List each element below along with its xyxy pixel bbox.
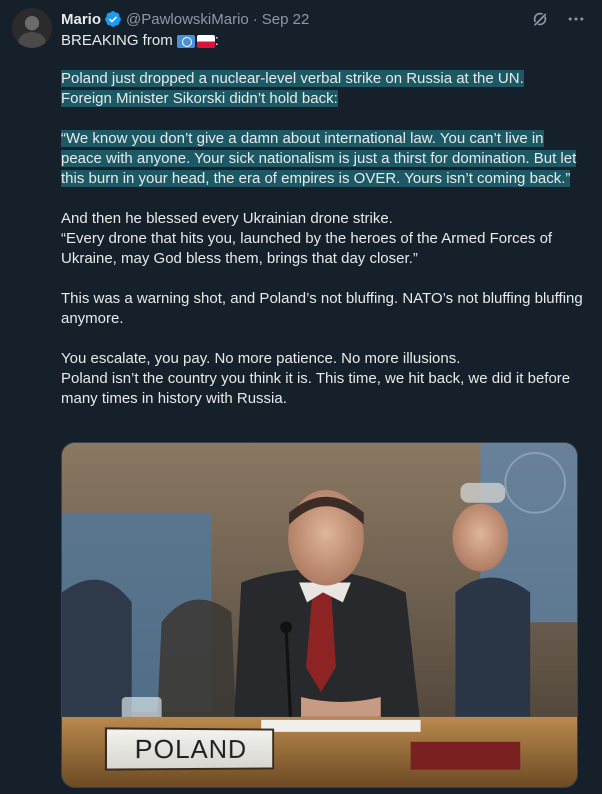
paragraph-line: This was a warning shot, and Poland’s no… xyxy=(61,290,583,327)
paragraph-line: And then he blessed every Ukrainian dron… xyxy=(61,210,393,227)
flag-un-icon xyxy=(176,34,195,48)
paragraph-2: “We know you don’t give a damn about int… xyxy=(61,129,586,189)
tweet-body: Poland just dropped a nuclear-level verb… xyxy=(61,69,586,429)
separator-dot: · xyxy=(252,10,258,28)
paragraph-4: This was a warning shot, and Poland’s no… xyxy=(61,289,586,329)
tweet-header: Mario @PawlowskiMario · Sep 22 xyxy=(61,9,309,29)
paragraph-5: You escalate, you pay. No more patience.… xyxy=(61,349,586,409)
paragraph-line: Poland isn’t the country you think it is… xyxy=(61,370,571,407)
flag-poland-icon xyxy=(196,34,215,48)
more-icon[interactable] xyxy=(566,9,586,29)
tweet: Mario @PawlowskiMario · Sep 22 BREAKING … xyxy=(0,0,602,794)
quote-highlight: “We know you don’t give a damn about int… xyxy=(61,130,577,187)
header-actions xyxy=(530,9,586,29)
author-name[interactable]: Mario xyxy=(61,11,101,28)
paragraph-line: You escalate, you pay. No more patience.… xyxy=(61,350,461,367)
paragraph-1: Poland just dropped a nuclear-level verb… xyxy=(61,69,586,109)
tweet-date[interactable]: Sep 22 xyxy=(262,11,310,28)
highlight-line: Poland just dropped a nuclear-level verb… xyxy=(61,70,524,87)
breaking-colon: : xyxy=(214,32,219,49)
paragraph-3: And then he blessed every Ukrainian dron… xyxy=(61,209,586,269)
breaking-line: BREAKING from : xyxy=(61,31,219,51)
author-handle[interactable]: @PawlowskiMario xyxy=(126,11,249,28)
avatar[interactable] xyxy=(12,8,52,48)
highlight-line: Foreign Minister Sikorski didn’t hold ba… xyxy=(61,90,338,107)
verified-badge-icon xyxy=(105,11,121,27)
breaking-text: BREAKING from xyxy=(61,32,173,49)
country-placard: POLAND xyxy=(104,727,275,771)
paragraph-line: “Every drone that hits you, launched by … xyxy=(61,230,553,267)
tweet-photo[interactable]: POLAND xyxy=(61,442,578,788)
grok-icon[interactable] xyxy=(530,9,550,29)
